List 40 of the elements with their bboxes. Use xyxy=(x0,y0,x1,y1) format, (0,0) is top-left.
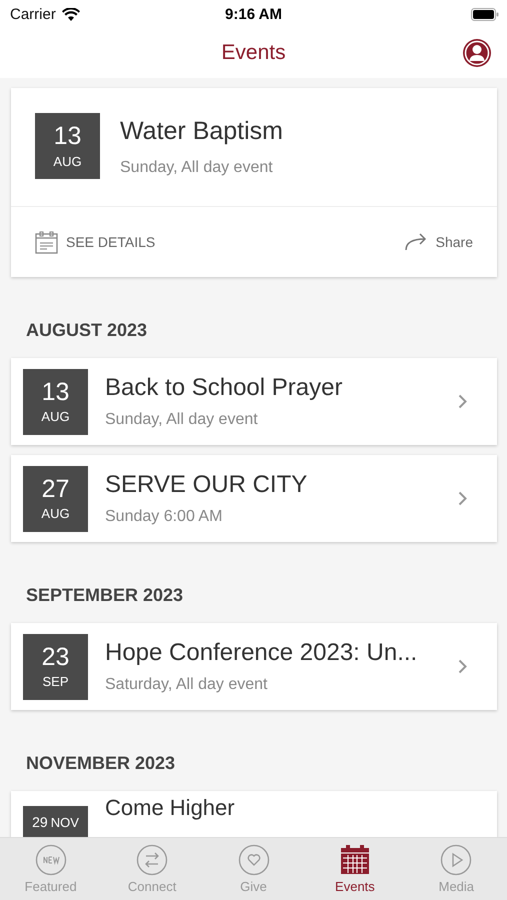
profile-icon[interactable] xyxy=(462,38,492,68)
swap-arrows-icon xyxy=(136,844,168,876)
event-title: Come Higher xyxy=(105,796,236,820)
month-heading: AUGUST 2023 xyxy=(26,320,148,341)
event-row[interactable]: 27 AUG SERVE OUR CITY Sunday 6:00 AM xyxy=(11,455,497,542)
event-time: Sunday, All day event xyxy=(120,159,274,177)
event-time: Sunday, All day event xyxy=(105,411,259,429)
date-badge: 27 AUG xyxy=(23,466,88,532)
event-time: Saturday, All day event xyxy=(105,676,268,694)
calendar-icon xyxy=(338,844,371,876)
date-badge: 13 AUG xyxy=(23,368,88,434)
date-badge: 13 AUG xyxy=(35,113,100,179)
month-heading: NOVEMBER 2023 xyxy=(26,753,176,774)
tab-item[interactable]: Events xyxy=(304,838,406,900)
event-row[interactable]: 23 SEP Hope Conference 2023: Un... Saturday, All day event xyxy=(11,623,497,710)
date-badge: 23 SEP xyxy=(23,634,88,700)
calendar-icon xyxy=(35,230,58,254)
month-heading: SEPTEMBER 2023 xyxy=(26,585,184,606)
event-title: SERVE OUR CITY xyxy=(105,471,308,499)
event-row[interactable]: 13 AUG Back to School Prayer Sunday, All day event xyxy=(11,358,497,445)
battery-icon xyxy=(471,8,499,20)
chevron-icon xyxy=(458,394,467,409)
event-row[interactable]: 29 NOV Come Higher xyxy=(11,791,497,837)
carrier-name: Carrier xyxy=(10,6,56,22)
status-time: 9:16 AM xyxy=(225,6,282,22)
share-button[interactable]: Share xyxy=(404,229,473,255)
chevron-icon xyxy=(458,491,467,506)
wifi-icon xyxy=(62,8,80,20)
share-arrow-icon xyxy=(404,233,428,251)
new-badge-icon xyxy=(34,844,67,876)
see-details-button[interactable]: SEE DETAILS xyxy=(35,226,156,258)
event-title: Back to School Prayer xyxy=(105,374,344,402)
date-badge: 29 NOV xyxy=(23,806,88,837)
chevron-icon xyxy=(458,659,467,674)
event-time: Sunday 6:00 AM xyxy=(105,508,224,526)
event-title: Water Baptism xyxy=(120,117,284,146)
play-icon xyxy=(440,844,472,876)
featured-event-card[interactable]: 13 AUG Water Baptism Sunday, All day event SEE DETAILS Share xyxy=(11,88,497,277)
event-title: Hope Conference 2023: Un... xyxy=(105,639,418,667)
page-title: Events xyxy=(221,41,286,65)
